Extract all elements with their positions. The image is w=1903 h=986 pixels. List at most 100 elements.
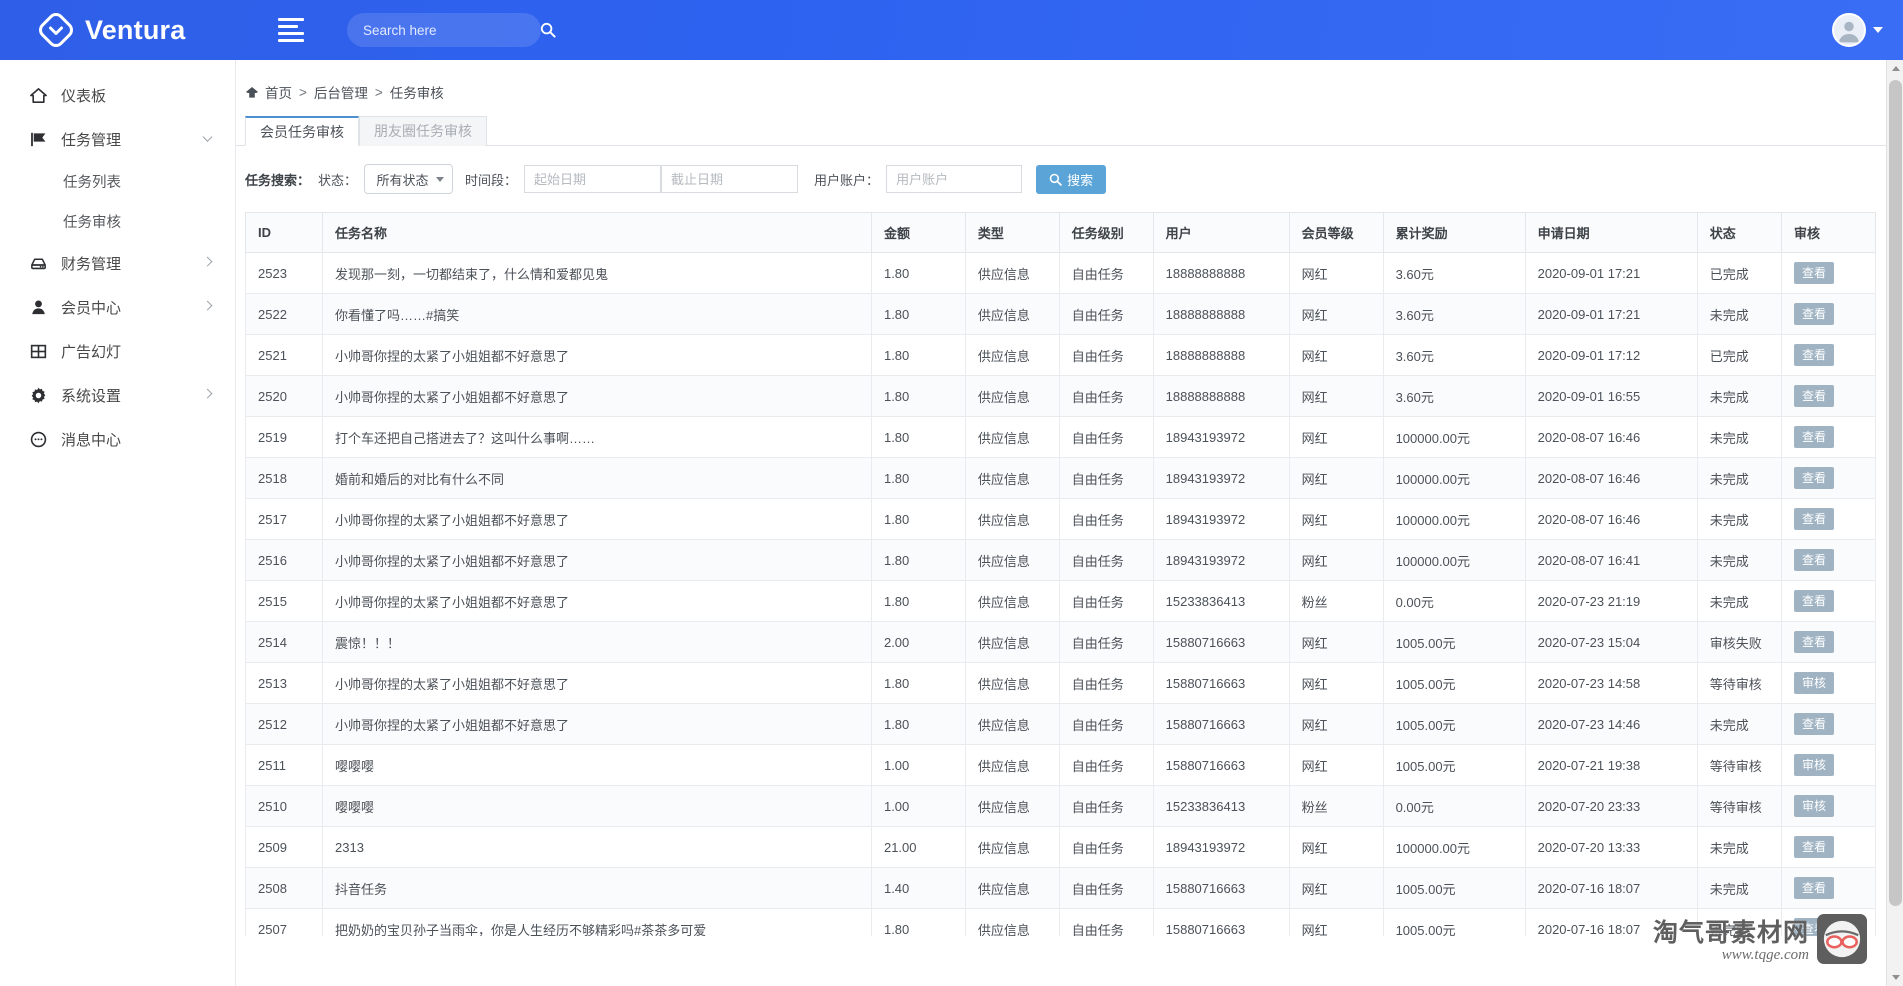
- status-badge: 未完成: [1696, 580, 1783, 622]
- start-date-input[interactable]: [524, 165, 662, 193]
- cell-user: 18888888888: [1152, 252, 1290, 294]
- cell-name: 把奶奶的宝贝孙子当雨伞，你是人生经历不够精彩吗#茶茶多可爱: [322, 908, 872, 936]
- sidebar-subitem-task-review[interactable]: 任务审核: [0, 201, 235, 241]
- sidebar-item-ad-slideshow[interactable]: 广告幻灯: [0, 329, 235, 373]
- scrollbar-thumb[interactable]: [1889, 80, 1902, 906]
- cell-user: 18943193972: [1152, 416, 1290, 458]
- cell-user: 18943193972: [1152, 539, 1290, 581]
- chevron-right-icon[interactable]: [202, 256, 213, 267]
- sidebar-item-member-center[interactable]: 会员中心: [0, 285, 235, 329]
- cell-name: 婚前和婚后的对比有什么不同: [322, 457, 872, 499]
- table-row[interactable]: 2509 2313 21.00 供应信息 自由任务 18943193972 网红 100000…: [244, 826, 1876, 868]
- scroll-up-button[interactable]: [1887, 60, 1903, 77]
- table-row[interactable]: 2523 发现那一刻，一切都结束了，什么情和爱都见鬼 1.80 供应信息 自由任务 188…: [244, 252, 1876, 294]
- search-input[interactable]: [363, 22, 540, 38]
- end-date-input[interactable]: [661, 165, 799, 193]
- user-account-input[interactable]: [886, 165, 1023, 193]
- chevron-down-icon[interactable]: [1873, 27, 1883, 33]
- breadcrumb-item-home[interactable]: 首页: [265, 82, 292, 102]
- view-button[interactable]: 查看: [1794, 303, 1835, 325]
- sidebar-item-task-management[interactable]: 任务管理: [0, 117, 235, 161]
- view-button[interactable]: 查看: [1794, 918, 1835, 936]
- table-row[interactable]: 2514 震惊！！！ 2.00 供应信息 自由任务 15880716663 网红 1005.0…: [244, 621, 1876, 663]
- cell-amount: 1.80: [870, 703, 966, 745]
- cell-name: 发现那一刻，一切都结束了，什么情和爱都见鬼: [322, 252, 872, 294]
- scroll-down-button[interactable]: [1887, 969, 1903, 986]
- cell-audit: 审核: [1781, 744, 1876, 786]
- view-button[interactable]: 查看: [1794, 344, 1835, 366]
- cell-user: 15880716663: [1152, 621, 1290, 663]
- cell-name: 小帅哥你捏的太紧了小姐姐都不好意思了: [322, 334, 872, 376]
- breadcrumb-item-admin[interactable]: 后台管理: [314, 82, 368, 102]
- cell-user: 15880716663: [1152, 744, 1290, 786]
- tab-member-task-review[interactable]: 会员任务审核: [245, 116, 359, 146]
- cell-vip: 粉丝: [1288, 785, 1384, 827]
- cell-type: 供应信息: [964, 662, 1060, 704]
- table-row[interactable]: 2518 婚前和婚后的对比有什么不同 1.80 供应信息 自由任务 18943193972…: [244, 457, 1876, 499]
- sidebar-item-system-settings[interactable]: 系统设置: [0, 373, 235, 417]
- view-button[interactable]: 查看: [1794, 877, 1835, 899]
- table-row[interactable]: 2521 小帅哥你捏的太紧了小姐姐都不好意思了 1.80 供应信息 自由任务 188888…: [244, 334, 1876, 376]
- status-select[interactable]: 所有状态: [364, 164, 454, 194]
- table-row[interactable]: 2520 小帅哥你捏的太紧了小姐姐都不好意思了 1.80 供应信息 自由任务 188888…: [244, 375, 1876, 417]
- status-badge: 等待审核: [1696, 785, 1783, 827]
- tab-moments-task-review[interactable]: 朋友圈任务审核: [359, 116, 487, 146]
- table-row[interactable]: 2513 小帅哥你捏的太紧了小姐姐都不好意思了 1.80 供应信息 自由任务 158807…: [244, 662, 1876, 704]
- table-row[interactable]: 2508 抖音任务 1.40 供应信息 自由任务 15880716663 网红 1005.00…: [244, 867, 1876, 909]
- view-button[interactable]: 查看: [1794, 467, 1835, 489]
- search-icon[interactable]: [540, 22, 556, 38]
- view-button[interactable]: 查看: [1794, 549, 1835, 571]
- vertical-scrollbar[interactable]: [1886, 60, 1903, 986]
- search-button[interactable]: 搜索: [1036, 164, 1107, 194]
- cell-reward: 100000.00元: [1382, 539, 1526, 581]
- brand-logo[interactable]: Ventura: [0, 0, 236, 60]
- cell-date: 2020-09-01 16:55: [1524, 375, 1698, 417]
- cell-level: 自由任务: [1058, 908, 1154, 936]
- cell-user: 15880716663: [1152, 703, 1290, 745]
- cell-amount: 1.80: [870, 375, 966, 417]
- chevron-right-icon[interactable]: [202, 300, 213, 311]
- table-row[interactable]: 2507 把奶奶的宝贝孙子当雨伞，你是人生经历不够精彩吗#茶茶多可爱 1.80 供应信…: [244, 908, 1876, 936]
- view-button[interactable]: 查看: [1794, 508, 1835, 530]
- table-row[interactable]: 2511 嘤嘤嘤 1.00 供应信息 自由任务 15880716663 网红 1005.00元…: [244, 744, 1876, 786]
- sidebar-item-label: 财务管理: [61, 255, 122, 273]
- table-row[interactable]: 2517 小帅哥你捏的太紧了小姐姐都不好意思了 1.80 供应信息 自由任务 189431…: [244, 498, 1876, 540]
- cell-type: 供应信息: [964, 416, 1060, 458]
- cell-date: 2020-09-01 17:21: [1524, 252, 1698, 294]
- view-button[interactable]: 查看: [1794, 631, 1835, 653]
- review-button[interactable]: 审核: [1794, 754, 1835, 776]
- view-button[interactable]: 查看: [1794, 385, 1835, 407]
- sidebar-item-finance[interactable]: 财务管理: [0, 241, 235, 285]
- sidebar-item-message-center[interactable]: 消息中心: [0, 417, 235, 461]
- cell-audit: 审核: [1781, 662, 1876, 704]
- view-button[interactable]: 查看: [1794, 590, 1835, 612]
- cell-audit: 查看: [1781, 498, 1876, 540]
- table-row[interactable]: 2510 嘤嘤嘤 1.00 供应信息 自由任务 15233836413 粉丝 0.00元 202…: [244, 785, 1876, 827]
- table-row[interactable]: 2522 你看懂了吗……#搞笑 1.80 供应信息 自由任务 18888888888 网红 3…: [244, 293, 1876, 335]
- global-search[interactable]: [347, 13, 556, 47]
- view-button[interactable]: 查看: [1794, 713, 1835, 735]
- table-row[interactable]: 2515 小帅哥你捏的太紧了小姐姐都不好意思了 1.80 供应信息 自由任务 152338…: [244, 580, 1876, 622]
- cell-audit: 查看: [1781, 908, 1876, 936]
- table-row[interactable]: 2516 小帅哥你捏的太紧了小姐姐都不好意思了 1.80 供应信息 自由任务 189431…: [244, 539, 1876, 581]
- cell-type: 供应信息: [964, 457, 1060, 499]
- cell-vip: 网红: [1288, 908, 1384, 936]
- review-button[interactable]: 审核: [1794, 795, 1835, 817]
- chevron-down-icon[interactable]: [202, 131, 213, 142]
- avatar[interactable]: [1832, 13, 1866, 47]
- cell-vip: 网红: [1288, 334, 1384, 376]
- cell-audit: 查看: [1781, 375, 1876, 417]
- view-button[interactable]: 查看: [1794, 262, 1835, 284]
- view-button[interactable]: 查看: [1794, 836, 1835, 858]
- chevron-right-icon[interactable]: [202, 388, 213, 399]
- view-button[interactable]: 查看: [1794, 426, 1835, 448]
- sidebar-item-dashboard[interactable]: 仪表板: [0, 73, 235, 117]
- review-button[interactable]: 审核: [1794, 672, 1835, 694]
- cell-name: 抖音任务: [322, 867, 872, 909]
- hamburger-icon[interactable]: [278, 17, 308, 43]
- sidebar-subitem-task-list[interactable]: 任务列表: [0, 161, 235, 201]
- cell-type: 供应信息: [964, 908, 1060, 936]
- table-row[interactable]: 2512 小帅哥你捏的太紧了小姐姐都不好意思了 1.80 供应信息 自由任务 158807…: [244, 703, 1876, 745]
- table-row[interactable]: 2519 打个车还把自己搭进去了？这叫什么事啊…… 1.80 供应信息 自由任务 1894…: [244, 416, 1876, 458]
- cell-type: 供应信息: [964, 375, 1060, 417]
